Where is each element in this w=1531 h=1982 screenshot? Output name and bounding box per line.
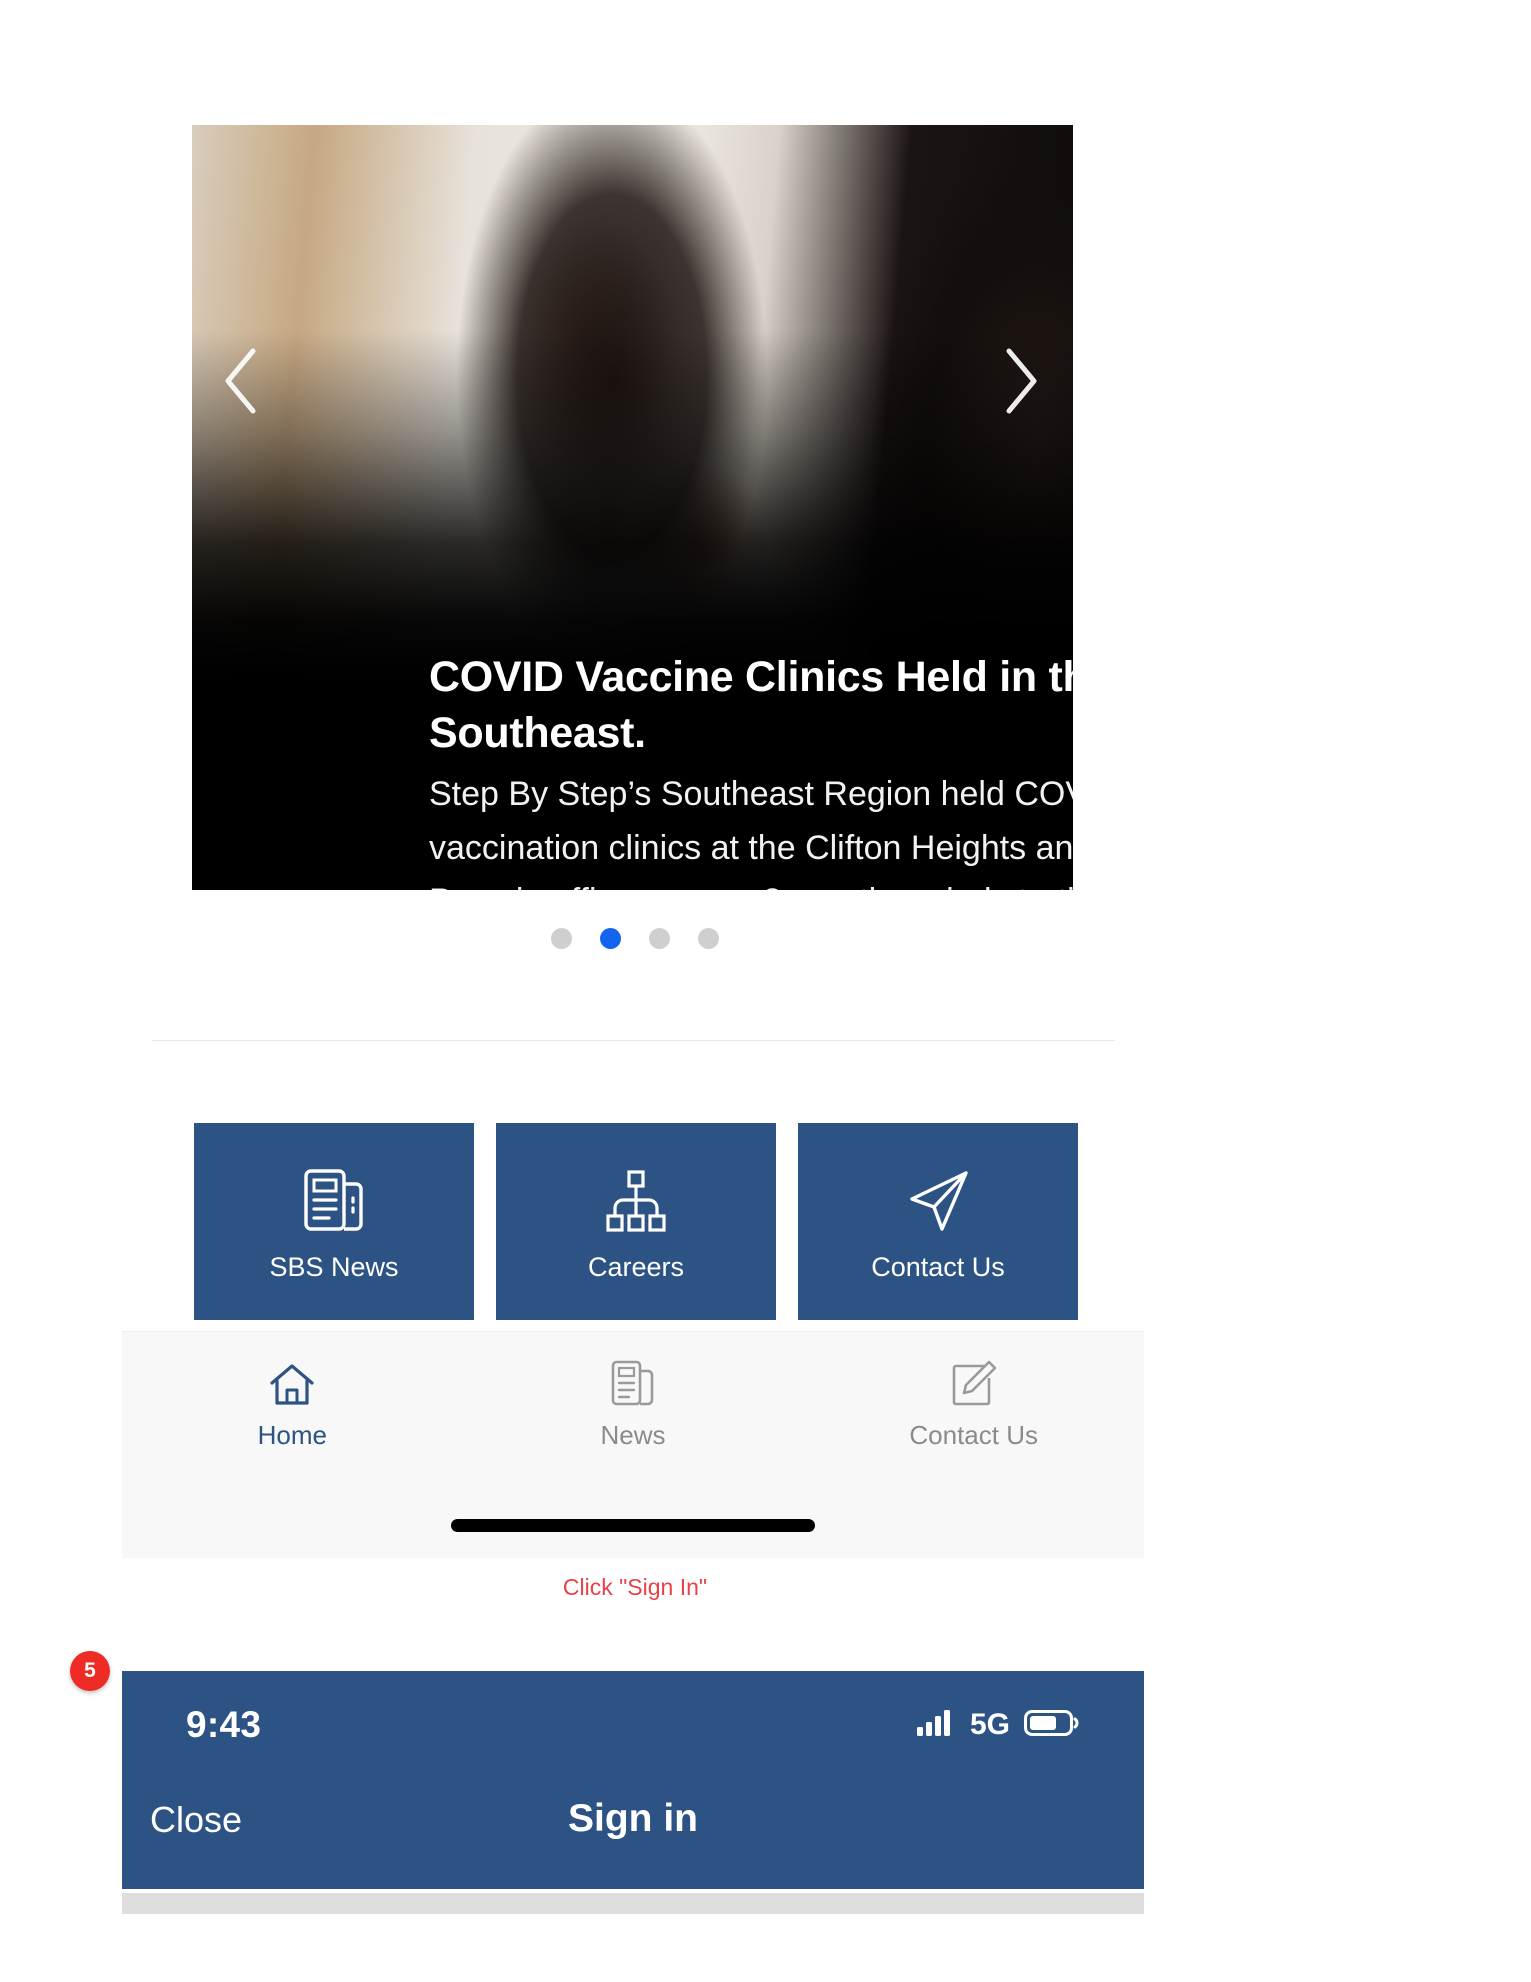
sign-in-modal-title: Sign in [568,1797,698,1840]
step-number-badge: 5 [70,1651,110,1691]
quick-tile-sbs-news[interactable]: SBS News [194,1123,474,1320]
chevron-left-icon[interactable] [210,342,272,420]
carousel-dot-2[interactable] [600,928,621,949]
news-carousel-card[interactable]: COVID Vaccine Clinics Held in the Southe… [192,125,1073,890]
status-bar-time: 9:43 [186,1704,262,1745]
tab-label: News [600,1420,666,1450]
carousel-pagination [0,928,1270,949]
tab-item-home[interactable]: Home [122,1356,463,1448]
sign-in-modal-panel: 9:43 5G Close Sign in [122,1671,1144,1889]
news-document-icon [611,1356,655,1408]
annotation-click-sign-in: Click "Sign In" [562,1574,708,1600]
quick-links-row: SBS News Careers Contact Us [194,1123,1078,1320]
org-chart-icon [605,1162,667,1240]
section-divider [152,1040,1115,1041]
quick-tile-label: Careers [587,1252,685,1282]
sign-in-modal-footer-strip [122,1893,1144,1914]
tab-item-contact-us[interactable]: Contact Us [803,1356,1144,1448]
cellular-signal-icon [916,1708,956,1743]
compose-pencil-icon [951,1356,997,1408]
paper-plane-icon [903,1162,973,1240]
device-status-bar: 9:43 5G [122,1671,1144,1779]
sign-in-modal-navbar: Close Sign in [122,1779,1144,1889]
quick-tile-careers[interactable]: Careers [496,1123,776,1320]
carousel-dot-3[interactable] [649,928,670,949]
chevron-right-icon[interactable] [990,342,1052,420]
bottom-tab-bar: Home News Contact Us [122,1331,1144,1558]
carousel-dot-4[interactable] [698,928,719,949]
tab-label: Contact Us [909,1420,1038,1450]
battery-icon [1024,1708,1080,1743]
home-indicator-bar [451,1519,815,1532]
quick-tile-label: Contact Us [871,1252,1005,1282]
home-icon [269,1356,315,1408]
quick-tile-label: SBS News [269,1252,399,1282]
status-bar-network: 5G [969,1708,1010,1741]
carousel-excerpt: Step By Step’s Southeast Region held CO V… [429,774,1073,890]
carousel-headline: COVID Vaccine Clinics Held in the Southe… [429,653,1073,757]
tab-label: Home [257,1420,328,1450]
quick-tile-contact-us[interactable]: Contact Us [798,1123,1078,1320]
carousel-dot-1[interactable] [551,928,572,949]
carousel-text-block: COVID Vaccine Clinics Held in the Southe… [429,650,1073,890]
tab-item-news[interactable]: News [463,1356,804,1448]
news-document-icon [303,1162,365,1240]
